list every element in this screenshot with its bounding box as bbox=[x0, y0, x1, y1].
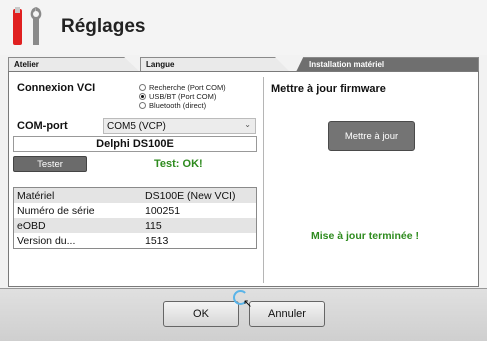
table-row: Matériel DS100E (New VCI) bbox=[14, 188, 256, 203]
radio-option-recherche[interactable]: Recherche (Port COM) bbox=[139, 83, 226, 92]
tools-icon bbox=[13, 7, 42, 45]
tab-installation-materiel[interactable]: Installation matériel bbox=[296, 57, 479, 72]
radio-button[interactable] bbox=[139, 102, 146, 109]
radio-button[interactable] bbox=[139, 84, 146, 91]
tab-bar: Atelier Langue Installation matériel bbox=[8, 57, 479, 72]
table-row: eOBD 115 bbox=[14, 218, 256, 233]
chevron-down-icon: ⌄ bbox=[244, 120, 251, 129]
device-info-table: Matériel DS100E (New VCI) Numéro de séri… bbox=[13, 187, 257, 249]
radio-option-usb-bt[interactable]: USB/BT (Port COM) bbox=[139, 92, 226, 101]
com-port-value: COM5 (VCP) bbox=[107, 121, 166, 132]
info-value: 1513 bbox=[145, 234, 169, 247]
radio-label: USB/BT (Port COM) bbox=[149, 92, 217, 101]
tab-langue[interactable]: Langue bbox=[140, 57, 290, 72]
info-key: Numéro de série bbox=[17, 204, 95, 217]
radio-button-selected[interactable] bbox=[139, 93, 146, 100]
device-name: Delphi DS100E bbox=[13, 136, 257, 152]
info-value: DS100E (New VCI) bbox=[145, 189, 236, 202]
radio-option-bluetooth[interactable]: Bluetooth (direct) bbox=[139, 101, 226, 110]
table-row: Numéro de série 100251 bbox=[14, 203, 256, 218]
settings-panel: Connexion VCI Recherche (Port COM) USB/B… bbox=[8, 71, 479, 287]
radio-label: Recherche (Port COM) bbox=[149, 83, 226, 92]
cancel-button[interactable]: Annuler bbox=[249, 301, 325, 327]
update-firmware-button[interactable]: Mettre à jour bbox=[328, 121, 415, 151]
panel-divider bbox=[263, 77, 264, 283]
connexion-vci-label: Connexion VCI bbox=[17, 82, 96, 94]
dialog-header: Réglages bbox=[0, 0, 487, 55]
info-key: Matériel bbox=[17, 189, 55, 202]
test-status: Test: OK! bbox=[154, 158, 203, 170]
info-value: 115 bbox=[145, 219, 162, 232]
dialog-title: Réglages bbox=[61, 16, 146, 37]
ok-button[interactable]: OK bbox=[163, 301, 239, 327]
connexion-options: Recherche (Port COM) USB/BT (Port COM) B… bbox=[139, 83, 226, 110]
tab-atelier[interactable]: Atelier bbox=[8, 57, 140, 72]
mouse-cursor-icon: ↖ bbox=[243, 298, 253, 310]
info-key: eOBD bbox=[17, 219, 46, 232]
firmware-title: Mettre à jour firmware bbox=[271, 83, 386, 95]
test-button[interactable]: Tester bbox=[13, 156, 87, 172]
com-port-label: COM-port bbox=[17, 120, 68, 132]
info-key: Version du... bbox=[17, 234, 76, 247]
info-value: 100251 bbox=[145, 204, 181, 217]
firmware-status: Mise à jour terminée ! bbox=[311, 230, 419, 242]
com-port-select[interactable]: COM5 (VCP) ⌄ bbox=[103, 118, 256, 134]
table-row: Version du... 1513 bbox=[14, 233, 256, 248]
radio-label: Bluetooth (direct) bbox=[149, 101, 207, 110]
